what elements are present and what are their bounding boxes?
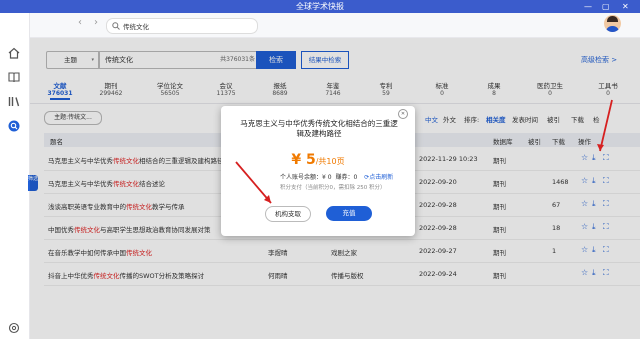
- quick-search-text: 传统文化: [123, 23, 149, 31]
- close-window-button[interactable]: ✕: [622, 0, 629, 13]
- points-label: 赚券：: [335, 174, 354, 181]
- quick-search-box[interactable]: 传统文化: [106, 18, 258, 34]
- window-title: 全球学术快报: [296, 2, 344, 11]
- sidebar: [0, 13, 30, 339]
- balance-value: ¥ 0: [322, 174, 332, 181]
- library-icon[interactable]: [8, 95, 20, 107]
- search-icon: [112, 22, 120, 30]
- forward-button[interactable]: ›: [94, 17, 98, 28]
- org-pay-button[interactable]: 机构支取: [265, 206, 311, 222]
- dialog-title: 马克思主义与中华优秀传统文化相结合的三重逻辑及建构路径: [240, 119, 398, 138]
- points-note: 积分支付（当前积分0，需扣除 250 积分）: [280, 185, 386, 191]
- back-button[interactable]: ‹: [78, 17, 82, 28]
- settings-icon[interactable]: [8, 322, 20, 334]
- balance-label: 个人账号余额：: [280, 174, 323, 181]
- maximize-button[interactable]: ▢: [602, 0, 610, 13]
- balance-line: 个人账号余额：¥ 0 赚券：0 ⟳点击刷新: [280, 172, 393, 181]
- close-dialog-button[interactable]: ✕: [398, 109, 408, 119]
- recharge-button[interactable]: 充值: [326, 206, 372, 221]
- search-nav-icon[interactable]: [8, 120, 20, 132]
- payment-dialog: ✕ 马克思主义与中华优秀传统文化相结合的三重逻辑及建构路径 ¥ 5/共10页 个…: [221, 106, 415, 236]
- refresh-link[interactable]: ⟳点击刷新: [364, 174, 393, 181]
- book-icon[interactable]: [8, 71, 20, 83]
- avatar[interactable]: [604, 15, 621, 32]
- home-icon[interactable]: [8, 47, 20, 59]
- points-value: 0: [353, 174, 358, 181]
- window-titlebar: 全球学术快报 — ▢ ✕: [0, 0, 640, 13]
- refresh-text: 点击刷新: [369, 174, 394, 181]
- price-amount: ¥ 5: [291, 152, 316, 168]
- top-toolbar: ‹ › 传统文化: [30, 13, 640, 38]
- dialog-price: ¥ 5/共10页: [221, 149, 415, 168]
- minimize-button[interactable]: —: [584, 0, 592, 13]
- price-pages: /共10页: [315, 157, 345, 166]
